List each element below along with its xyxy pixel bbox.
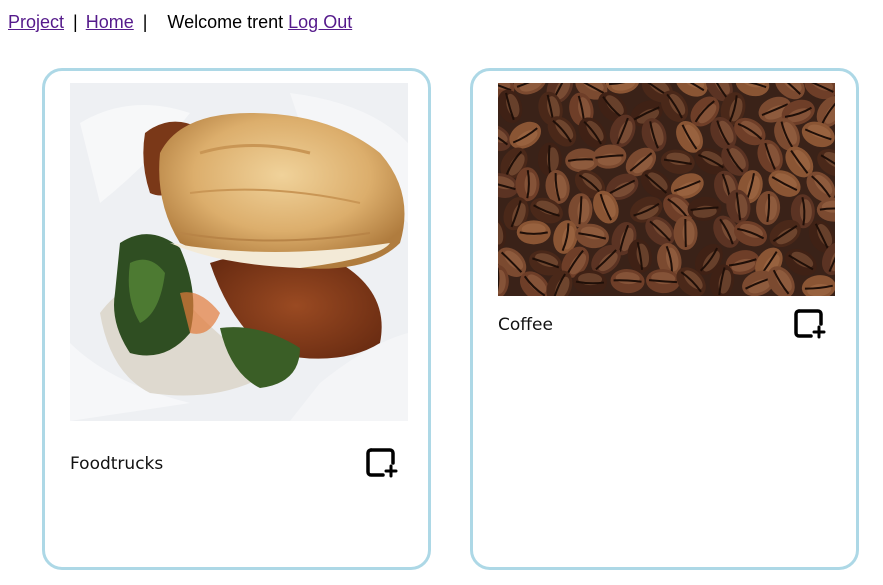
add-to-collection-icon[interactable]: [793, 306, 827, 340]
nav-separator: |: [73, 12, 78, 32]
project-link[interactable]: Project: [8, 12, 64, 32]
coffee-beans-image: [498, 83, 835, 296]
foodtrucks-photo[interactable]: [70, 83, 408, 421]
coffee-photo[interactable]: [498, 83, 835, 296]
logout-link[interactable]: Log Out: [288, 12, 352, 32]
nav-separator: |: [142, 12, 148, 32]
card-title: Coffee: [498, 315, 553, 335]
collection-card-coffee[interactable]: Coffee: [470, 68, 859, 570]
home-link[interactable]: Home: [86, 12, 134, 32]
sandwich-image: [70, 83, 408, 421]
welcome-text: Welcome trent: [167, 12, 284, 32]
top-nav: Project | Home | Welcome trent Log Out: [8, 10, 352, 34]
collection-card-foodtrucks[interactable]: Foodtrucks: [42, 68, 431, 570]
add-to-collection-icon[interactable]: [365, 445, 399, 479]
card-title: Foodtrucks: [70, 454, 164, 474]
